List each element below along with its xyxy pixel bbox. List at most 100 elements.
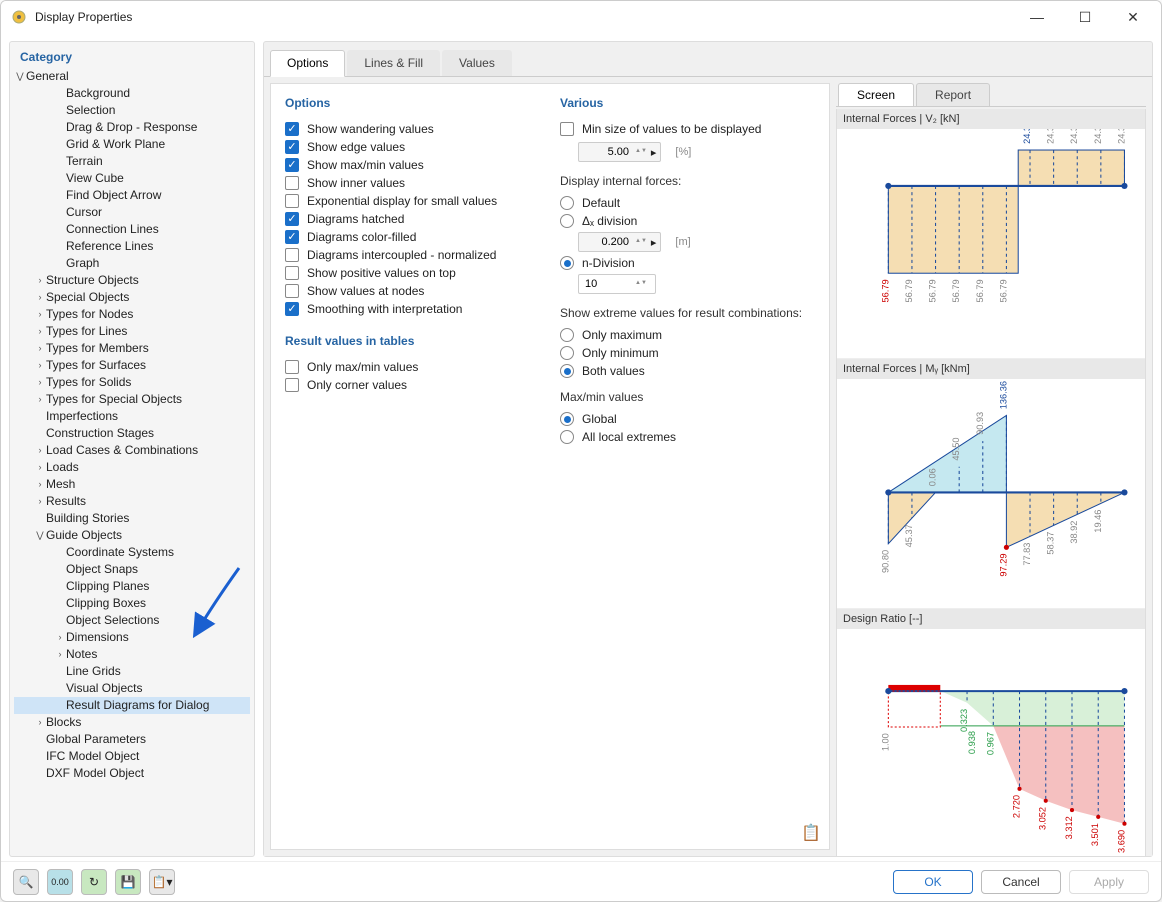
tab-options[interactable]: Options xyxy=(270,50,345,77)
tool-save-icon[interactable]: 💾 xyxy=(115,869,141,895)
apply-button[interactable]: Apply xyxy=(1069,870,1149,894)
close-button[interactable]: ✕ xyxy=(1115,5,1151,29)
checkbox[interactable] xyxy=(285,194,299,208)
tree-item[interactable]: Selection xyxy=(14,102,250,119)
tree-item[interactable]: ›Types for Surfaces xyxy=(14,357,250,374)
dx-input[interactable] xyxy=(583,235,631,249)
checkbox[interactable] xyxy=(285,248,299,262)
radio[interactable] xyxy=(560,346,574,360)
tree-item[interactable]: DXF Model Object xyxy=(14,765,250,782)
maximize-button[interactable]: ☐ xyxy=(1067,5,1103,29)
tree-item[interactable]: Clipping Boxes xyxy=(14,595,250,612)
radio[interactable] xyxy=(560,412,574,426)
tree-label: Results xyxy=(46,494,86,509)
tree-label: Load Cases & Combinations xyxy=(46,443,198,458)
tree-item[interactable]: Cursor xyxy=(14,204,250,221)
svg-text:0.06: 0.06 xyxy=(928,468,938,486)
tree-item[interactable]: Coordinate Systems xyxy=(14,544,250,561)
tree-item[interactable]: ›Types for Special Objects xyxy=(14,391,250,408)
checkbox[interactable] xyxy=(285,378,299,392)
checkbox[interactable] xyxy=(285,230,299,244)
checkbox-label: Smoothing with interpretation xyxy=(307,302,462,316)
tree-item[interactable]: Line Grids xyxy=(14,663,250,680)
tree-item[interactable]: ›Load Cases & Combinations xyxy=(14,442,250,459)
tree-item[interactable]: ›Types for Nodes xyxy=(14,306,250,323)
right-panel: OptionsLines & FillValues Options Show w… xyxy=(263,41,1153,857)
checkbox[interactable] xyxy=(285,284,299,298)
tree-item[interactable]: Drag & Drop - Response xyxy=(14,119,250,136)
tree-item[interactable]: Connection Lines xyxy=(14,221,250,238)
checkbox[interactable] xyxy=(285,140,299,154)
tree-item[interactable]: Building Stories xyxy=(14,510,250,527)
preview-tab-report[interactable]: Report xyxy=(916,83,990,106)
svg-text:136.36: 136.36 xyxy=(998,381,1008,409)
tree-label: Global Parameters xyxy=(46,732,146,747)
tree-item[interactable]: ›Blocks xyxy=(14,714,250,731)
tree-item[interactable]: Find Object Arrow xyxy=(14,187,250,204)
radio[interactable] xyxy=(560,214,574,228)
n-input[interactable] xyxy=(583,277,631,291)
tree-item[interactable]: Object Snaps xyxy=(14,561,250,578)
svg-text:56.79: 56.79 xyxy=(998,279,1008,302)
checkbox[interactable] xyxy=(285,176,299,190)
tree-item[interactable]: ›Special Objects xyxy=(14,289,250,306)
tool-values-icon[interactable]: 0.00 xyxy=(47,869,73,895)
radio[interactable] xyxy=(560,256,574,270)
tree-item[interactable]: ›Mesh xyxy=(14,476,250,493)
checkbox[interactable] xyxy=(285,212,299,226)
tab-lines-fill[interactable]: Lines & Fill xyxy=(347,50,440,76)
copy-icon[interactable]: 📋 xyxy=(801,823,821,843)
tree-item[interactable]: Object Selections xyxy=(14,612,250,629)
radio-label: Both values xyxy=(582,364,645,378)
tree-item[interactable]: ›Loads xyxy=(14,459,250,476)
tree-item[interactable]: View Cube xyxy=(14,170,250,187)
tree-item[interactable]: ›Results xyxy=(14,493,250,510)
tool-copy-dropdown[interactable]: 📋▾ xyxy=(149,869,175,895)
radio[interactable] xyxy=(560,328,574,342)
caret-right-icon: › xyxy=(34,460,46,475)
tables-heading: Result values in tables xyxy=(285,334,540,348)
checkbox[interactable] xyxy=(285,360,299,374)
minimize-button[interactable]: — xyxy=(1019,5,1055,29)
tree-item[interactable]: ›Structure Objects xyxy=(14,272,250,289)
minsize-input[interactable] xyxy=(583,145,631,159)
checkbox[interactable] xyxy=(285,122,299,136)
tab-values[interactable]: Values xyxy=(442,50,512,76)
checkbox-label: Exponential display for small values xyxy=(307,194,497,208)
tree-label: Types for Lines xyxy=(46,324,127,339)
svg-text:0.938: 0.938 xyxy=(967,731,977,754)
tool-search-icon[interactable]: 🔍 xyxy=(13,869,39,895)
ext-heading: Show extreme values for result combinati… xyxy=(560,306,815,320)
tree-item[interactable]: Grid & Work Plane xyxy=(14,136,250,153)
tree-item[interactable]: ⋁General xyxy=(14,68,250,85)
tree-label: Grid & Work Plane xyxy=(66,137,165,152)
tree-item[interactable]: Terrain xyxy=(14,153,250,170)
tool-reset-icon[interactable]: ↻ xyxy=(81,869,107,895)
preview-tab-screen[interactable]: Screen xyxy=(838,83,914,106)
tree-item[interactable]: Imperfections xyxy=(14,408,250,425)
tree-item[interactable]: Graph xyxy=(14,255,250,272)
checkbox[interactable] xyxy=(285,302,299,316)
checkbox[interactable] xyxy=(285,266,299,280)
cancel-button[interactable]: Cancel xyxy=(981,870,1061,894)
tree-item[interactable]: Reference Lines xyxy=(14,238,250,255)
ok-button[interactable]: OK xyxy=(893,870,973,894)
tree-item[interactable]: Background xyxy=(14,85,250,102)
tree-item[interactable]: IFC Model Object xyxy=(14,748,250,765)
tree-item[interactable]: ›Types for Solids xyxy=(14,374,250,391)
tree-item[interactable]: Visual Objects xyxy=(14,680,250,697)
tree-item[interactable]: ›Types for Lines xyxy=(14,323,250,340)
tree-item[interactable]: Result Diagrams for Dialog xyxy=(14,697,250,714)
tree-item[interactable]: Global Parameters xyxy=(14,731,250,748)
tree-item[interactable]: ›Notes xyxy=(14,646,250,663)
minsize-checkbox[interactable] xyxy=(560,122,574,136)
tree-item[interactable]: Clipping Planes xyxy=(14,578,250,595)
tree-item[interactable]: ›Types for Members xyxy=(14,340,250,357)
radio[interactable] xyxy=(560,430,574,444)
checkbox[interactable] xyxy=(285,158,299,172)
radio[interactable] xyxy=(560,196,574,210)
tree-item[interactable]: ›Dimensions xyxy=(14,629,250,646)
radio[interactable] xyxy=(560,364,574,378)
tree-item[interactable]: ⋁Guide Objects xyxy=(14,527,250,544)
tree-item[interactable]: Construction Stages xyxy=(14,425,250,442)
